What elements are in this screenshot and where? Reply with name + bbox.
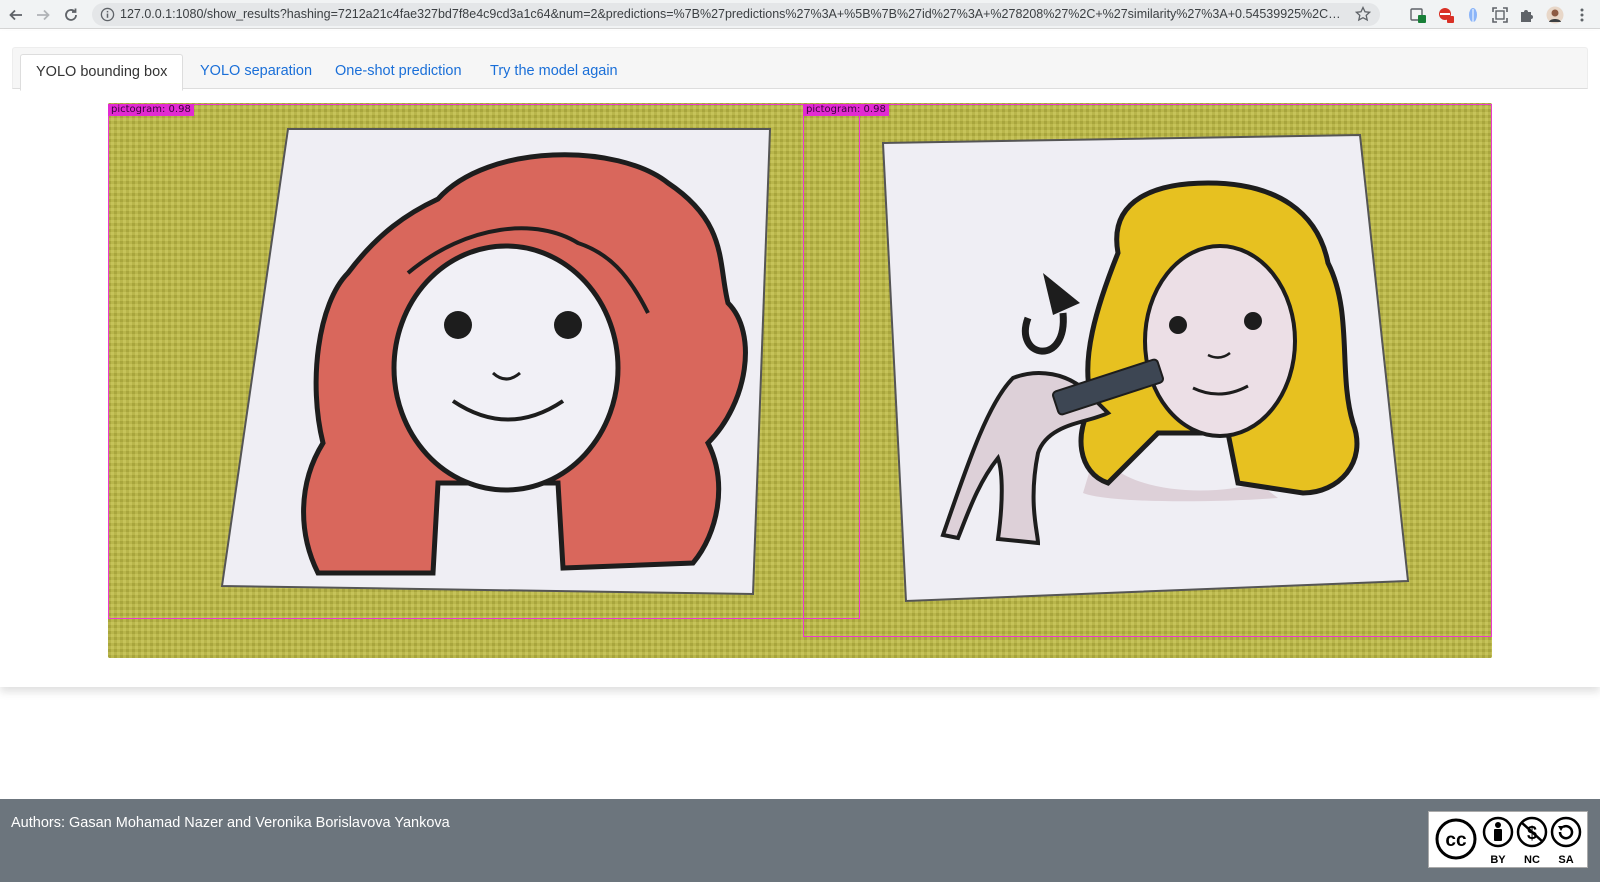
pictogram-card-girl-makeup [881,133,1410,603]
bookmark-star-icon[interactable] [1355,6,1371,22]
tab-try-again[interactable]: Try the model again [475,54,633,90]
authors-text: Authors: Gasan Mohamad Nazer and Veronik… [11,815,450,831]
license-nc-label: NC [1524,854,1540,866]
license-sa-label: SA [1558,854,1574,866]
svg-text:cc: cc [1445,830,1467,851]
license-by-label: BY [1490,854,1506,866]
back-button[interactable] [5,4,27,26]
detected-pictograms-photo [108,103,1492,658]
pictogram-card-girl-red-hair [220,128,772,596]
browser-toolbar: 127.0.0.1:1080/show_results?hashing=7212… [0,0,1600,29]
tab-yolo-separation[interactable]: YOLO separation [185,54,327,90]
results-card: YOLO bounding box YOLO separation One-sh… [0,31,1600,687]
extension-feather-icon[interactable] [1463,5,1483,25]
cc-license-badge[interactable]: cc $ BY NC SA [1428,811,1588,868]
screenshot-icon[interactable] [1490,5,1510,25]
results-tabs: YOLO bounding box YOLO separation One-sh… [12,47,1588,91]
url-text[interactable]: 127.0.0.1:1080/show_results?hashing=7212… [120,7,1345,22]
footer: Authors: Gasan Mohamad Nazer and Veronik… [0,799,1600,882]
extensions-puzzle-icon[interactable] [1517,5,1537,25]
profile-avatar-icon[interactable] [1545,5,1565,25]
reload-icon [65,8,77,21]
yolo-result-image: pictogram: 0.98 pictogram: 0.98 [108,103,1492,658]
reload-button[interactable] [60,4,82,26]
extension-green-icon[interactable] [1408,5,1428,25]
address-bar[interactable]: 127.0.0.1:1080/show_results?hashing=7212… [92,3,1380,26]
arrow-left-icon [9,9,22,21]
forward-button[interactable] [32,4,54,26]
info-icon[interactable] [100,7,115,22]
tab-yolo-bounding-box[interactable]: YOLO bounding box [20,54,184,91]
extension-red-icon[interactable] [1436,5,1456,25]
browser-menu-icon[interactable] [1572,5,1592,25]
arrow-right-icon [37,9,50,21]
tab-one-shot-prediction[interactable]: One-shot prediction [320,54,477,90]
